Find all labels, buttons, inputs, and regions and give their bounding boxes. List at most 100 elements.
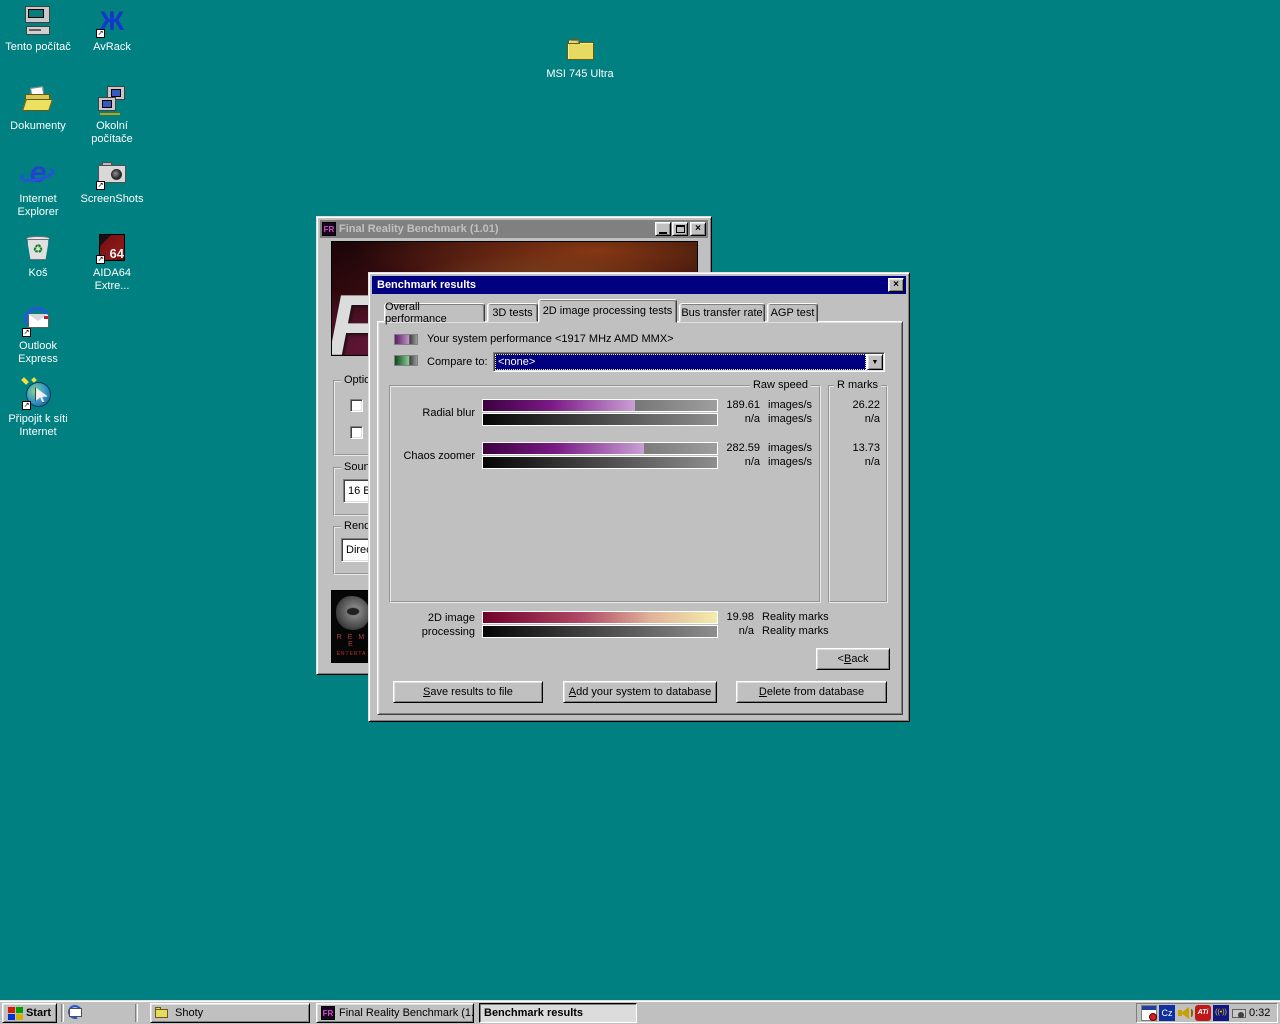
tray-clock[interactable]: 0:32 xyxy=(1249,1007,1274,1019)
tab-overall-performance[interactable]: Overall performance xyxy=(384,303,485,322)
camera-tray-icon[interactable] xyxy=(1231,1005,1247,1021)
desktop-icon-internet-explorer[interactable]: e Internet Explorer xyxy=(1,158,75,219)
desktop-icon-screenshots[interactable]: ↗ ScreenShots xyxy=(75,158,149,206)
fr-window-titlebar[interactable]: FR Final Reality Benchmark (1.01) × xyxy=(320,220,708,238)
desktop-icon-connect-internet[interactable]: ↗ Připojit k síti Internet xyxy=(1,378,75,439)
combobox-dropdown-arrow-icon[interactable]: ▼ xyxy=(867,354,883,370)
shortcut-arrow-icon: ↗ xyxy=(22,328,31,337)
save-results-button[interactable]: Save results to file xyxy=(393,681,543,703)
dialog-titlebar[interactable]: Benchmark results × xyxy=(372,276,906,294)
remedy-logo: R E M E ENTERTA xyxy=(331,590,372,663)
result-unit: images/s xyxy=(768,398,812,412)
taskbar-separator xyxy=(135,1004,138,1022)
result-unit: images/s xyxy=(768,441,812,455)
taskbar-button-final-reality[interactable]: FR Final Reality Benchmark (1... xyxy=(316,1003,474,1023)
r-mark-compare: n/a xyxy=(836,455,880,469)
avrack-icon: Ж↗ xyxy=(96,6,128,38)
r-mark-value: 26.22 xyxy=(836,398,880,412)
raw-speed-caption: Raw speed xyxy=(750,379,811,392)
result-unit: images/s xyxy=(768,412,812,426)
system-result-bar xyxy=(482,442,718,455)
folder-icon xyxy=(564,33,596,65)
final-reality-app-icon: FR xyxy=(322,222,336,236)
taskbar-button-shoty[interactable]: Shoty xyxy=(150,1003,310,1023)
volume-icon[interactable] xyxy=(1177,1005,1193,1021)
network-computers-icon xyxy=(96,85,128,117)
summary-unit: Reality marks xyxy=(762,610,829,624)
r-mark-compare: n/a xyxy=(836,412,880,426)
r-mark-value: 13.73 xyxy=(836,441,880,455)
keyboard-layout-indicator[interactable]: Cz xyxy=(1159,1005,1175,1021)
desktop-icon-msi-745-ultra[interactable]: MSI 745 Ultra xyxy=(543,33,617,81)
connect-internet-icon: ↗ xyxy=(22,378,54,410)
close-button[interactable]: × xyxy=(690,222,706,236)
ati-tray-icon[interactable]: ATi xyxy=(1195,1005,1211,1021)
camera-icon: ↗ xyxy=(96,158,128,190)
outlook-express-icon: ↗ xyxy=(22,305,54,337)
dialog-close-button[interactable]: × xyxy=(888,278,904,292)
summary-compare-bar xyxy=(482,625,718,638)
result-compare-value: n/a xyxy=(712,412,760,426)
result-unit: images/s xyxy=(768,455,812,469)
folder-icon xyxy=(155,1005,171,1021)
desktop-icon-my-computer[interactable]: Tento počítač xyxy=(1,6,75,54)
benchmark-results-dialog: Benchmark results × Overall performance … xyxy=(368,272,910,722)
quicklaunch-outlook-express-icon[interactable] xyxy=(68,1005,84,1021)
desktop-icon-outlook-express[interactable]: ↗ Outlook Express xyxy=(1,305,75,366)
dialog-title: Benchmark results xyxy=(377,279,888,291)
test-row-label: Chaos zoomer xyxy=(389,442,475,469)
minimize-button[interactable] xyxy=(655,222,671,236)
desktop-icon-recycle-bin[interactable]: ♻ Koš xyxy=(1,232,75,280)
desktop-icon-network-neighborhood[interactable]: Okolní počítače xyxy=(75,85,149,146)
tab-3d-tests[interactable]: 3D tests xyxy=(487,303,538,322)
result-compare-value: n/a xyxy=(712,455,760,469)
my-computer-icon xyxy=(22,6,54,38)
back-button[interactable]: < Back xyxy=(816,648,890,670)
summary-label: 2D image processing xyxy=(389,611,475,639)
delete-from-database-button[interactable]: Delete from database xyxy=(736,681,887,703)
quicklaunch-internet-explorer-icon[interactable]: e xyxy=(90,1020,106,1024)
system-result-bar xyxy=(482,399,718,412)
option-checkbox-2[interactable] xyxy=(350,426,363,439)
taskbar-separator xyxy=(61,1004,64,1022)
shortcut-arrow-icon: ↗ xyxy=(96,255,105,264)
scheduler-icon[interactable] xyxy=(1141,1005,1157,1021)
shortcut-arrow-icon: ↗ xyxy=(22,401,31,410)
system-performance-label: Your system performance <1917 MHz AMD MM… xyxy=(427,333,674,345)
tab-agp-test[interactable]: AGP test xyxy=(767,303,818,322)
compare-label: Compare to: xyxy=(427,356,488,368)
maximize-button[interactable] xyxy=(672,222,688,236)
test-row-label: Radial blur xyxy=(389,399,475,426)
summary-unit: Reality marks xyxy=(762,624,829,638)
result-value: 282.59 xyxy=(712,441,760,455)
desktop-icon-aida64[interactable]: 64 ↗ AIDA64 Extre... xyxy=(75,232,149,293)
internet-explorer-icon: e xyxy=(22,158,54,190)
aida64-icon: 64 ↗ xyxy=(96,232,128,264)
shortcut-arrow-icon: ↗ xyxy=(96,181,105,190)
r-marks-caption: R marks xyxy=(834,379,881,392)
option-checkbox-1[interactable] xyxy=(350,399,363,412)
compare-result-bar xyxy=(482,413,718,426)
compare-combobox-value: <none> xyxy=(498,356,535,368)
compare-swatch xyxy=(394,355,418,366)
tab-bus-transfer-rate[interactable]: Bus transfer rate xyxy=(679,303,765,322)
desktop-icon-avrack[interactable]: Ж↗ AvRack xyxy=(75,6,149,54)
system-performance-swatch xyxy=(394,334,418,345)
add-to-database-button[interactable]: Add your system to database xyxy=(563,681,717,703)
summary-system-bar xyxy=(482,611,718,624)
desktop-icon-documents[interactable]: Dokumenty xyxy=(1,85,75,133)
final-reality-app-icon: FR xyxy=(321,1006,335,1020)
summary-value: 19.98 xyxy=(706,610,754,624)
wireless-signal-icon[interactable]: ((•)) xyxy=(1213,1005,1229,1021)
compare-combobox[interactable]: <none> ▼ xyxy=(493,352,885,372)
taskbar-button-benchmark-results[interactable]: Benchmark results xyxy=(479,1003,637,1023)
start-button[interactable]: Start xyxy=(2,1003,57,1023)
fr-window-title: Final Reality Benchmark (1.01) xyxy=(339,223,655,235)
system-tray: Cz ATi ((•)) 0:32 xyxy=(1136,1003,1278,1023)
taskbar: Start e Shoty FR Final Reality Benchmark… xyxy=(0,1000,1280,1024)
windows-logo-icon xyxy=(8,1007,23,1020)
r-marks-groupbox: R marks 26.22 n/a 13.73 n/a xyxy=(828,385,888,603)
tab-2d-image-processing-tests[interactable]: 2D image processing tests xyxy=(538,299,677,323)
compare-result-bar xyxy=(482,456,718,469)
summary-compare-value: n/a xyxy=(706,624,754,638)
